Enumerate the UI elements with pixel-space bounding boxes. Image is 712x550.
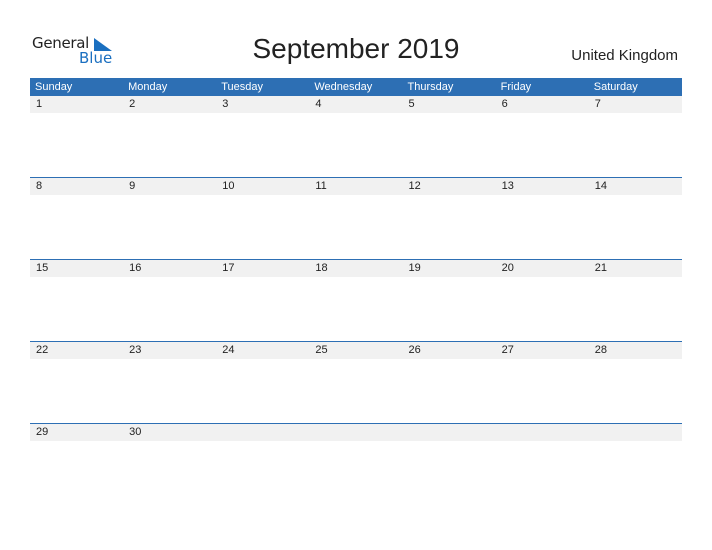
day-cell bbox=[589, 424, 682, 441]
day-cell: 27 bbox=[501, 344, 514, 356]
weekday-tuesday: Tuesday bbox=[221, 81, 264, 93]
weekday-sunday: Sunday bbox=[35, 81, 73, 93]
day-cell: 14 bbox=[594, 180, 607, 192]
day-cell: 18 bbox=[315, 262, 328, 274]
day-cell: 21 bbox=[594, 262, 607, 274]
day-cell bbox=[216, 424, 309, 441]
day-cell: 26 bbox=[408, 344, 421, 356]
date-bar: 22 23 24 25 26 27 28 bbox=[30, 342, 682, 359]
date-bar: 15 16 17 18 19 20 21 bbox=[30, 260, 682, 277]
weeks-container: 1 2 3 4 5 6 7 8 9 10 11 12 13 14 15 16 17 18 19 20 21 22 23 24 2… bbox=[30, 96, 682, 505]
day-cell: 2 bbox=[129, 98, 136, 110]
day-cell: 13 bbox=[501, 180, 514, 192]
day-cell: 16 bbox=[129, 262, 142, 274]
day-cell: 28 bbox=[594, 344, 607, 356]
day-cell: 23 bbox=[129, 344, 142, 356]
day-cell: 3 bbox=[222, 98, 229, 110]
country-label: United Kingdom bbox=[571, 47, 678, 64]
day-cell: 8 bbox=[36, 180, 43, 192]
day-cell: 4 bbox=[315, 98, 322, 110]
day-cell: 25 bbox=[315, 344, 328, 356]
day-cell bbox=[496, 424, 589, 441]
date-bar: 8 9 10 11 12 13 14 bbox=[30, 178, 682, 195]
day-cell: 15 bbox=[36, 262, 49, 274]
week-row: 22 23 24 25 26 27 28 bbox=[30, 341, 682, 423]
weekday-thursday: Thursday bbox=[407, 81, 454, 93]
day-cell: 12 bbox=[408, 180, 421, 192]
weekday-saturday: Saturday bbox=[593, 81, 638, 93]
day-cell bbox=[403, 424, 496, 441]
day-cell: 17 bbox=[222, 262, 235, 274]
day-cell: 5 bbox=[408, 98, 415, 110]
date-bar: 29 30 bbox=[30, 424, 682, 441]
week-row: 8 9 10 11 12 13 14 bbox=[30, 177, 682, 259]
day-cell: 6 bbox=[501, 98, 508, 110]
day-cell: 22 bbox=[36, 344, 49, 356]
week-row: 29 30 bbox=[30, 423, 682, 505]
week-row: 15 16 17 18 19 20 21 bbox=[30, 259, 682, 341]
day-cell: 30 bbox=[129, 426, 142, 438]
day-cell bbox=[309, 424, 402, 441]
calendar-grid: Sunday Monday Tuesday Wednesday Thursday… bbox=[30, 78, 682, 505]
day-cell: 19 bbox=[408, 262, 421, 274]
week-row: 1 2 3 4 5 6 7 bbox=[30, 96, 682, 177]
day-cell: 9 bbox=[129, 180, 136, 192]
day-cell: 20 bbox=[501, 262, 514, 274]
day-cell: 1 bbox=[36, 98, 43, 110]
weekday-monday: Monday bbox=[128, 81, 168, 93]
day-cell: 7 bbox=[594, 98, 601, 110]
day-cell: 10 bbox=[222, 180, 235, 192]
day-cell: 24 bbox=[222, 344, 235, 356]
weekday-wednesday: Wednesday bbox=[314, 81, 373, 93]
date-bar: 1 2 3 4 5 6 7 bbox=[30, 96, 682, 113]
day-cell: 29 bbox=[36, 426, 49, 438]
weekday-header: Sunday Monday Tuesday Wednesday Thursday… bbox=[30, 78, 682, 96]
day-cell: 11 bbox=[315, 180, 327, 192]
weekday-friday: Friday bbox=[500, 81, 532, 93]
